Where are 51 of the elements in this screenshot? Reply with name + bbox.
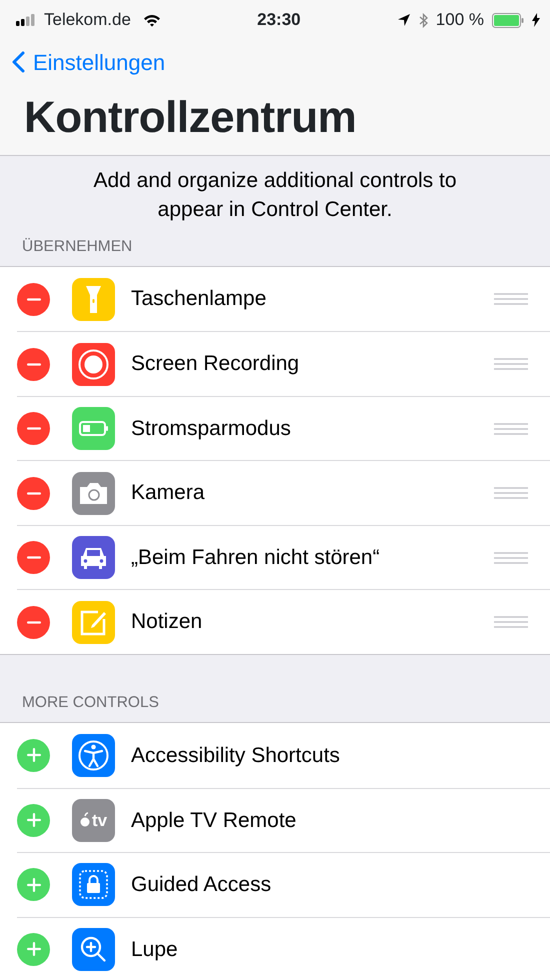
- control-label: Apple TV Remote: [131, 808, 296, 834]
- chevron-left-icon: [12, 51, 25, 73]
- control-label: Kamera: [131, 480, 205, 506]
- wifi-icon: [142, 14, 161, 26]
- control-label: „Beim Fahren nicht stören“: [131, 544, 380, 571]
- drag-handle-icon[interactable]: [494, 293, 528, 306]
- control-label: Accessibility Shortcuts: [131, 742, 340, 769]
- carrier-name: Telekom.de: [44, 9, 131, 32]
- battery-icon: [492, 12, 524, 28]
- remove-button[interactable]: [17, 412, 50, 446]
- control-label: Guided Access: [131, 872, 272, 898]
- tv-icon: tv: [72, 798, 115, 842]
- control-label: Taschenlampe: [131, 286, 266, 312]
- control-label: Screen Recording: [131, 351, 300, 378]
- plus-icon: [26, 748, 40, 762]
- minus-icon: [26, 492, 40, 495]
- location-arrow-icon: [396, 13, 411, 27]
- add-button[interactable]: [17, 738, 50, 772]
- minus-icon: [26, 556, 40, 560]
- remove-button[interactable]: [17, 476, 50, 510]
- add-button[interactable]: [17, 932, 50, 966]
- clock-time: 23:30: [257, 10, 301, 30]
- drag-handle-icon[interactable]: [494, 616, 528, 628]
- minus-icon: [26, 620, 40, 624]
- plus-icon: [26, 813, 40, 828]
- control-label: Notizen: [131, 609, 202, 636]
- section-header: MORE CONTROLS: [21, 692, 160, 713]
- bluetooth-icon: [418, 12, 428, 28]
- plus-icon: [26, 878, 40, 892]
- minus-icon: [26, 427, 40, 430]
- remove-button[interactable]: [17, 282, 50, 316]
- back-button[interactable]: Einstellungen: [0, 40, 166, 84]
- add-button[interactable]: [17, 868, 50, 902]
- signal-icon: [16, 14, 36, 26]
- plus-icon: [26, 942, 40, 956]
- drag-handle-icon[interactable]: [494, 358, 528, 370]
- description-text: Add and organize additional controls to appear in Control Center.: [92, 168, 458, 224]
- minus-icon: [26, 298, 40, 301]
- page-title: Kontrollzentrum: [23, 92, 358, 144]
- minus-icon: [26, 362, 40, 366]
- remove-button[interactable]: [17, 348, 50, 381]
- section-header: ÜBERNEHMEN: [21, 236, 134, 257]
- control-label: Stromsparmodus: [131, 416, 291, 442]
- control-label: Lupe: [131, 936, 178, 963]
- drag-handle-icon[interactable]: [494, 422, 528, 435]
- remove-button[interactable]: [17, 541, 50, 574]
- drag-handle-icon[interactable]: [494, 552, 528, 564]
- battery-percentage: 100 %: [436, 9, 484, 32]
- remove-button[interactable]: [17, 606, 50, 639]
- drag-handle-icon[interactable]: [494, 487, 528, 500]
- add-button[interactable]: [17, 804, 50, 837]
